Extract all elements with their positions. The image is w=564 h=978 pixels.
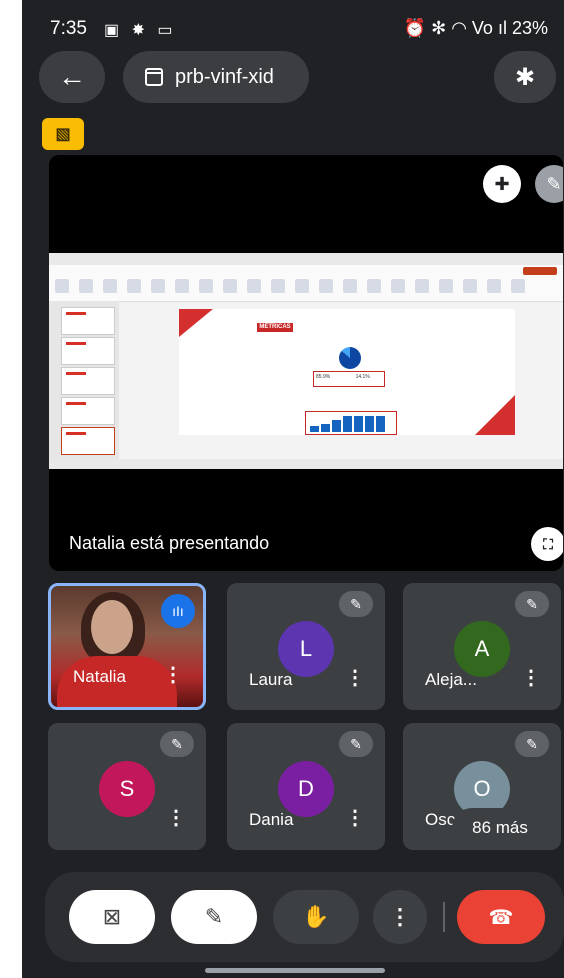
shared-app-statusbar [49, 459, 563, 469]
participant-name: Natalia [73, 667, 126, 686]
participant-tile[interactable]: ✎ D Dania ⋮ [227, 723, 385, 850]
slide-stats: 85.9% 14.1% [313, 371, 385, 387]
raise-hand-button[interactable]: ✋ [273, 890, 359, 944]
shared-app-titlebar [49, 253, 563, 265]
slide-badge: MÉTRICAS [257, 323, 293, 332]
current-slide: MÉTRICAS 85.9% 14.1% [179, 309, 515, 435]
mic-off-icon: ✎ [515, 731, 549, 757]
mic-toggle-button[interactable]: ✎ [171, 890, 257, 944]
participant-tile[interactable]: ıIı Natalia ⋮ [48, 583, 206, 710]
pin-icon: ✚ [494, 173, 510, 194]
more-options-button[interactable]: ⋮ [345, 805, 365, 830]
status-bar: 7:35 ▣ ✸ ▭ ⏰ ✻ ◠ Vo ıl 23% [22, 18, 564, 48]
camera-off-icon: ⊠ [102, 904, 122, 929]
slide-stat-2: 14.1% [355, 374, 370, 380]
arrow-left-icon: ← [58, 61, 86, 92]
fullscreen-button[interactable]: ⛶ [531, 527, 563, 561]
divider [443, 902, 445, 932]
participant-tile[interactable]: ✎ S ⋮ [48, 723, 206, 850]
more-participants-button[interactable]: 86 más [452, 808, 548, 848]
home-indicator[interactable] [205, 968, 385, 973]
mic-off-icon: ✎ [515, 591, 549, 617]
back-button[interactable]: ← [39, 51, 105, 103]
slide-pie-chart [339, 347, 361, 369]
mic-off-icon: ✎ [160, 731, 194, 757]
participant-name: Dania [249, 810, 294, 829]
end-call-icon: ☎ [488, 906, 514, 929]
presenter-muted-indicator: ✎ [535, 165, 563, 203]
notification-icons: ▣ ✸ ▭ [104, 22, 177, 39]
camera-toggle-button[interactable]: ⊠ [69, 890, 155, 944]
shared-share-button [523, 267, 557, 275]
slide-thumbnail [61, 307, 115, 335]
battery-level: 23% [511, 18, 548, 38]
more-options-button[interactable]: ⋮ [521, 665, 541, 690]
participant-name: Laura [249, 670, 293, 689]
presentation-tile[interactable]: ✚ ✎ MÉTRICAS 85.9% 14.1% Natalia está pr… [49, 155, 563, 571]
calendar-icon [145, 68, 163, 86]
avatar: A [454, 621, 510, 677]
participant-name: Aleja... [425, 670, 477, 689]
slide-thumbnail [61, 337, 115, 365]
shared-screen: MÉTRICAS 85.9% 14.1% [49, 253, 563, 469]
camera-disabled-badge: ▧ [42, 118, 84, 150]
meeting-code: prb-vinf-xid [175, 65, 274, 88]
presenting-label: Natalia está presentando [69, 533, 270, 553]
more-vert-icon: ⋮ [389, 904, 411, 929]
participant-name: Osc [425, 810, 456, 829]
participant-tile[interactable]: ✎ L Laura ⋮ [227, 583, 385, 710]
more-options-button[interactable]: ⋮ [163, 662, 183, 687]
mic-off-icon: ✎ [339, 591, 373, 617]
meet-screen: 7:35 ▣ ✸ ▭ ⏰ ✻ ◠ Vo ıl 23% ← prb-vinf-xi… [22, 0, 564, 978]
avatar: D [278, 761, 334, 817]
mic-off-icon: ✎ [339, 731, 373, 757]
more-options-button[interactable]: ⋮ [345, 665, 365, 690]
more-options-button[interactable]: ⋮ [166, 805, 186, 830]
mic-off-icon: ✎ [204, 904, 224, 929]
pin-button[interactable]: ✚ [483, 165, 521, 203]
call-controls: ⊠ ✎ ✋ ⋮ ☎ [45, 872, 564, 962]
bluetooth-icon: ✱ [514, 63, 536, 91]
slide-thumbnails [49, 301, 119, 459]
avatar: S [99, 761, 155, 817]
mic-off-icon: ✎ [546, 173, 562, 194]
avatar: L [278, 621, 334, 677]
more-options-button[interactable]: ⋮ [373, 890, 427, 944]
hand-icon: ✋ [302, 904, 330, 929]
meeting-code-button[interactable]: prb-vinf-xid [123, 51, 309, 103]
ribbon-icons [55, 279, 555, 297]
audio-output-button[interactable]: ✱ [494, 51, 556, 103]
slide-thumbnail [61, 397, 115, 425]
camera-off-icon: ▧ [55, 126, 71, 143]
slide-thumbnail-selected [61, 427, 115, 455]
system-status: ⏰ ✻ ◠ Vo ıl 23% [404, 18, 548, 39]
status-time: 7:35 [50, 18, 87, 39]
slide-thumbnail [61, 367, 115, 395]
system-icons: ⏰ ✻ ◠ Vo ıl [403, 18, 507, 38]
shared-app-ribbon [49, 265, 563, 302]
slide-bar-chart [305, 411, 397, 435]
end-call-button[interactable]: ☎ [457, 890, 545, 944]
participant-tile[interactable]: ✎ A Aleja... ⋮ [403, 583, 561, 710]
fullscreen-icon: ⛶ [543, 535, 553, 552]
slide-stat-1: 85.9% [316, 374, 331, 380]
speaking-indicator-icon: ıIı [161, 594, 195, 628]
